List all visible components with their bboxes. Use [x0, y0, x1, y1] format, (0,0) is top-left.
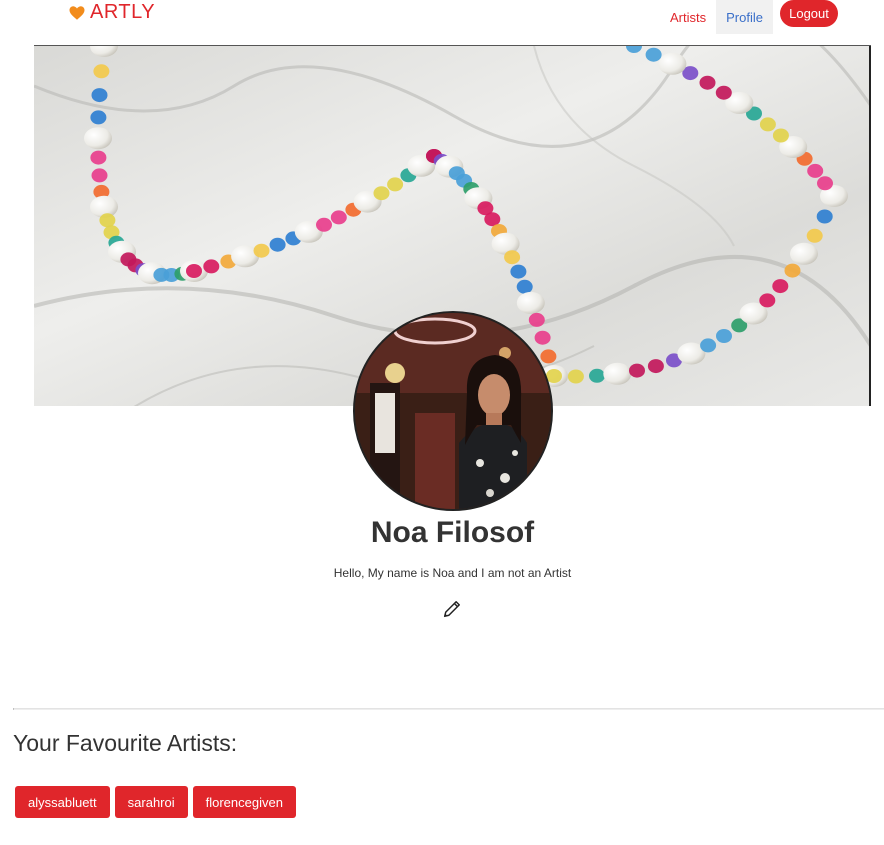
favourite-artist-button[interactable]: sarahroi: [114, 786, 188, 818]
cover-edge: [869, 46, 871, 406]
edit-profile-button[interactable]: [441, 598, 463, 620]
profile-avatar: [353, 311, 553, 511]
brand-logo[interactable]: ARTLY: [68, 1, 155, 24]
nav-link-profile[interactable]: Profile: [716, 0, 773, 34]
profile-photo: [355, 313, 551, 509]
nav-links: Artists Profile: [660, 0, 773, 34]
profile-bio: Hello, My name is Noa and I am not an Ar…: [333, 566, 572, 580]
logout-button[interactable]: Logout: [780, 0, 838, 27]
profile-name: Noa Filosof: [370, 516, 535, 549]
favourite-artist-button[interactable]: alyssabluett: [15, 786, 110, 818]
top-navbar: ARTLY Artists Profile Logout: [0, 0, 884, 45]
pencil-icon: [443, 601, 460, 618]
favourite-artists-list: alyssabluett sarahroi florencegiven: [15, 786, 296, 818]
favourite-artists-title: Your Favourite Artists:: [13, 730, 238, 756]
section-divider: [13, 708, 884, 710]
nav-link-artists[interactable]: Artists: [660, 0, 716, 34]
brand-name: ARTLY: [90, 1, 156, 23]
favourite-artist-button[interactable]: florencegiven: [192, 786, 296, 818]
orange-heart-icon: [69, 5, 85, 20]
